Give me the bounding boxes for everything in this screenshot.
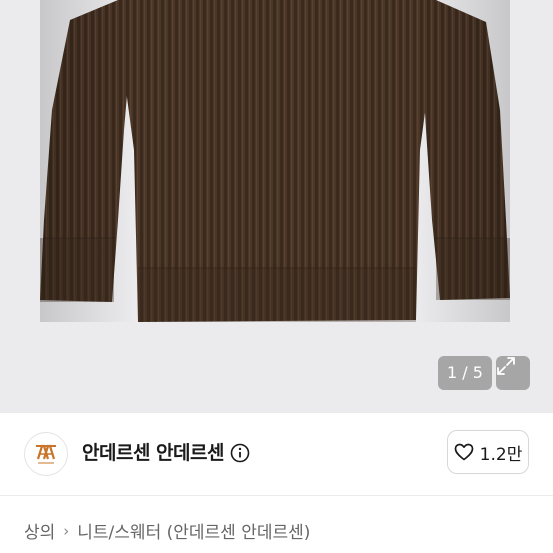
product-image-gallery[interactable]: 1 / 5: [0, 0, 553, 413]
breadcrumb-item-category[interactable]: 상의: [24, 518, 55, 543]
chevron-right-icon: ›: [63, 521, 70, 540]
like-button[interactable]: 1.2만: [447, 430, 529, 474]
like-count: 1.2만: [479, 444, 523, 465]
image-page-counter: 1 / 5: [438, 356, 492, 390]
expand-image-button[interactable]: [496, 356, 530, 390]
breadcrumb: 상의 › 니트/스웨터 (안데르센 안데르센): [24, 518, 310, 544]
heart-icon: [454, 443, 474, 461]
shop-logo[interactable]: [24, 432, 68, 476]
shop-name[interactable]: 안데르센 안데르센: [82, 439, 224, 467]
shop-info-row: 안데르센 안데르센 1.2만: [0, 413, 553, 495]
info-icon[interactable]: [230, 443, 250, 463]
andersen-logo-icon: [36, 444, 56, 464]
breadcrumb-item-subcategory[interactable]: 니트/스웨터 (안데르센 안데르센): [77, 518, 310, 543]
sweater-image: [40, 0, 510, 322]
divider: [0, 495, 553, 496]
expand-icon: [497, 357, 515, 375]
